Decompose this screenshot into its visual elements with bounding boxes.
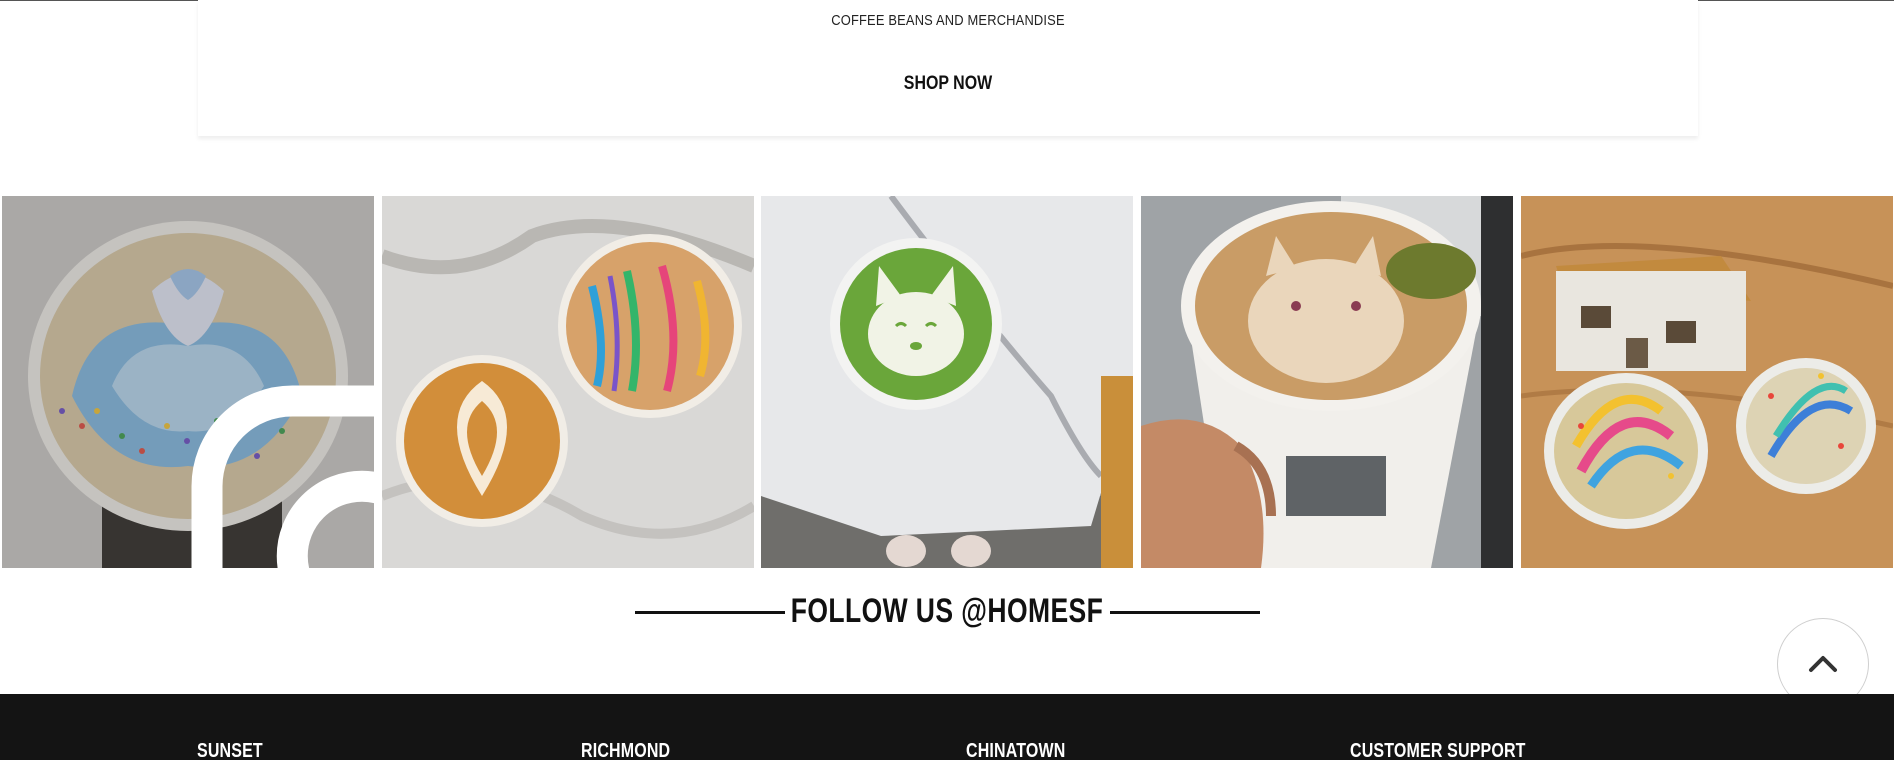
instagram-icon [191,385,374,568]
gallery-photo-4[interactable] [1141,196,1513,568]
gallery-photo-5[interactable] [1521,196,1893,568]
photo-two-lattes [382,196,754,568]
follow-divider-right [1110,611,1260,614]
footer: SUNSET RICHMOND CHINATOWN CUSTOMER SUPPO… [0,694,1894,762]
follow-us-heading: FOLLOW US @HOMESF [0,592,1894,640]
photo-matcha-cat [761,196,1133,568]
photo-rainbow-house [1521,196,1893,568]
gallery-photo-1[interactable] [2,196,374,568]
shop-now-link[interactable]: SHOP NOW [318,73,1578,95]
gallery-photo-3[interactable] [761,196,1133,568]
promo-subtitle: COFFEE BEANS AND MERCHANDISE [831,12,1065,29]
photo-totoro-latte [1141,196,1513,568]
chevron-up-icon [1809,656,1837,672]
promo-card: COFFEE BEANS AND MERCHANDISE SHOP NOW [198,0,1698,136]
gallery-photo-2[interactable] [382,196,754,568]
follow-us-link[interactable]: FOLLOW US @HOMESF [208,592,1685,631]
instagram-gallery [0,196,1894,568]
